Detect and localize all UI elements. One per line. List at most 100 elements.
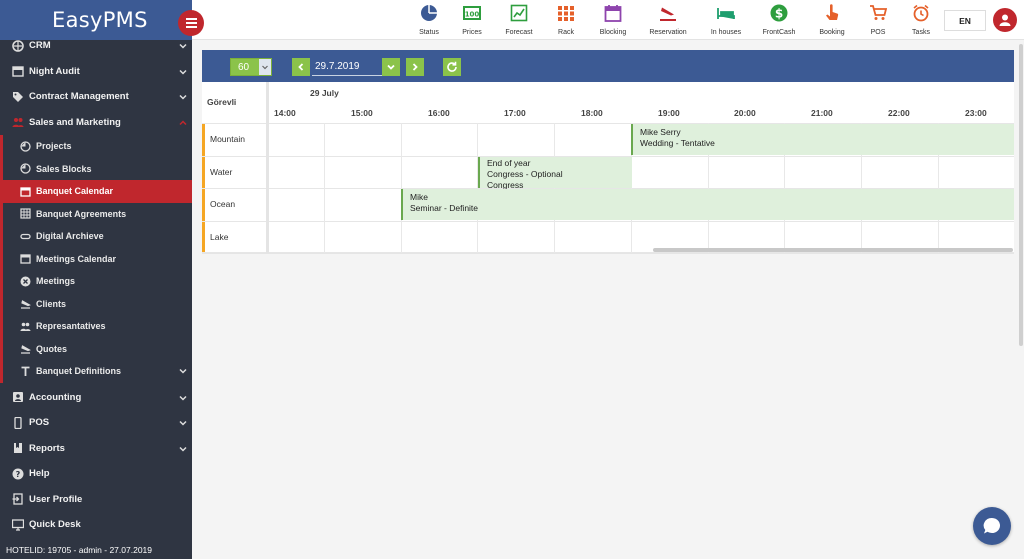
text-icon [20,366,31,377]
user-avatar-icon[interactable] [993,8,1017,32]
chevron-down-icon [179,94,187,100]
sidebar-item-clients[interactable]: Clients [3,293,192,316]
sidebar-item-contract-management[interactable]: Contract Management [0,84,192,110]
vertical-scrollbar[interactable] [1019,44,1023,346]
sidebar-item-label: User Profile [29,493,83,505]
toolbar-tasks-button[interactable]: Tasks [893,4,949,36]
sidebar-item-label: Night Audit [29,65,80,77]
monitor-icon [12,519,24,531]
sidebar-item-pos[interactable]: POS [0,410,192,436]
rack-grid-icon [558,6,574,21]
sidebar-item-quick-desk[interactable]: Quick Desk [0,512,192,538]
forecast-icon [510,4,528,22]
sidebar-item-help[interactable]: ? Help [0,461,192,487]
sidebar-item-digital-archieve[interactable]: Digital Archieve [3,225,192,248]
sub-item-label: Projects [36,141,72,152]
plane-icon [660,7,676,21]
next-date-button[interactable] [406,58,424,76]
sidebar-item-label: Reports [29,442,65,454]
person-box-icon [12,391,24,403]
toolbar-reservation-button[interactable]: Reservation [640,4,696,36]
sidebar: EasyPMS CRM Night Audit Contract Managem… [0,0,192,559]
column-header-gorevli: Görevli [207,97,237,107]
event-block[interactable]: End of year Congress - Optional Congress [478,156,632,190]
hour-label: 20:00 [734,108,756,118]
sub-item-label: Clients [36,298,67,309]
top-toolbar: Status 100 Prices Forecast Rack Blocking… [192,0,1024,40]
event-title: End of year [487,157,531,168]
hand-icon [826,4,839,20]
hour-label: 21:00 [811,108,833,118]
calendar-icon [604,5,622,22]
sidebar-nav-bottom: Accounting POS Reports ? Help User Profi… [0,385,192,538]
bed-icon [717,8,735,19]
banquet-schedule-grid: Görevli 29 July 14:00 15:00 16:00 17:00 … [202,82,1014,254]
svg-text:$: $ [775,7,783,21]
sidebar-item-banquet-calendar[interactable]: Banquet Calendar [0,180,192,203]
hamburger-menu-icon[interactable] [178,10,204,36]
calendar-icon [12,65,24,77]
sidebar-item-night-audit[interactable]: Night Audit [0,59,192,85]
sidebar-item-quotes[interactable]: Quotes [3,338,192,361]
horizontal-scrollbar[interactable] [653,248,1013,252]
prev-date-button[interactable] [292,58,310,76]
sub-item-label: Meetings [36,276,76,287]
chevron-down-icon [179,420,187,426]
hour-label: 23:00 [965,108,987,118]
column-divider [266,82,269,253]
clock-icon [20,141,31,152]
room-name: Lake [210,231,229,242]
sidebar-item-label: Help [29,468,50,480]
calendar-icon [20,186,31,197]
date-input[interactable]: 29.7.2019 [312,58,382,76]
event-title: Mike Serry [640,127,681,137]
chat-bubble-icon[interactable] [973,507,1011,545]
user-profile-icon [12,493,24,505]
language-selector[interactable]: EN [944,10,986,31]
room-name: Mountain [210,134,245,144]
duration-value: 60 [238,61,250,73]
room-name: Ocean [210,199,236,209]
sidebar-item-represantatives[interactable]: Represantatives [3,315,192,338]
clock-icon [20,163,31,174]
event-block[interactable]: Mike Seminar - Definite [401,189,1014,220]
svg-text:100: 100 [465,11,480,19]
date-dropdown-button[interactable] [382,58,400,76]
sidebar-footer-status: HOTELID: 19705 - admin - 27.07.2019 [6,545,152,555]
hour-label: 16:00 [428,108,450,118]
sidebar-item-sales-blocks[interactable]: Sales Blocks [3,158,192,181]
duration-select[interactable]: 60 [230,58,272,76]
refresh-button[interactable] [443,58,461,76]
event-block[interactable]: Mike Serry Wedding - Tentative [631,124,1014,155]
sidebar-item-banquet-agreements[interactable]: Banquet Agreements [3,203,192,226]
sidebar-item-sales-and-marketing[interactable]: Sales and Marketing [0,110,192,136]
refresh-icon [447,61,457,72]
sub-item-label: Digital Archieve [36,231,104,242]
sidebar-item-label: CRM [29,40,51,52]
hour-label: 15:00 [351,108,373,118]
chevron-down-icon [179,395,187,401]
hour-label: 14:00 [274,108,296,118]
sidebar-item-user-profile[interactable]: User Profile [0,487,192,513]
cancel-circle-icon [20,276,31,287]
sidebar-item-banquet-definitions[interactable]: Banquet Definitions [3,360,192,383]
day-label: 29 July [310,88,339,98]
sidebar-item-meetings-calendar[interactable]: Meetings Calendar [3,248,192,271]
chevron-right-icon [412,63,418,71]
mobile-icon [12,416,24,429]
alarm-icon [913,4,929,22]
hour-label: 17:00 [504,108,526,118]
toolbar-in-houses-button[interactable]: In houses [698,4,754,36]
sidebar-item-reports[interactable]: Reports [0,436,192,462]
chevron-down-icon [259,59,271,75]
event-detail: Wedding - Tentative [640,138,715,148]
chevron-down-icon [179,69,187,75]
sidebar-item-label: POS [29,417,50,429]
sidebar-item-crm[interactable]: CRM [0,33,192,59]
toolbar-blocking-button[interactable]: Blocking [585,4,641,36]
hour-label: 22:00 [888,108,910,118]
sidebar-item-accounting[interactable]: Accounting [0,385,192,411]
sidebar-item-projects[interactable]: Projects [3,135,192,158]
toolbar-frontcash-button[interactable]: $ FrontCash [751,4,807,36]
sidebar-item-meetings[interactable]: Meetings [3,270,192,293]
